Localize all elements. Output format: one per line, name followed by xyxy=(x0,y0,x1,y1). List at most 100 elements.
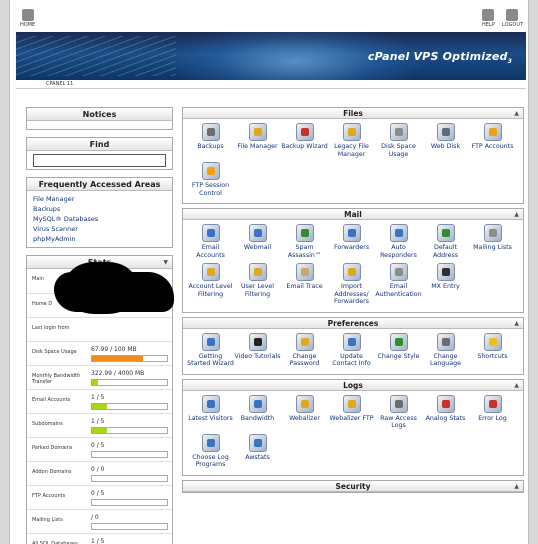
tool-label[interactable]: Latest Visitors xyxy=(187,415,234,423)
tool-video-tutorials[interactable]: Video Tutorials xyxy=(234,332,281,368)
tool-disk-space[interactable]: Disk Space Usage xyxy=(375,123,422,158)
tool-label[interactable]: Auto Responders xyxy=(375,244,422,259)
tool-raw-access[interactable]: Raw Access Logs xyxy=(375,394,422,430)
help-link[interactable]: HELP xyxy=(482,22,495,28)
change-style-icon[interactable] xyxy=(389,332,408,351)
tool-log-programs[interactable]: Choose Log Programs xyxy=(187,433,234,469)
tool-webalizer-ftp[interactable]: Webalizer FTP xyxy=(328,394,375,430)
panel-header[interactable]: Files ▲ xyxy=(183,108,523,119)
tool-label[interactable]: FTP Accounts xyxy=(469,143,516,151)
tool-label[interactable]: MX Entry xyxy=(422,283,469,291)
bandwidth-icon[interactable] xyxy=(248,394,267,413)
tool-email-trace[interactable]: Email Trace xyxy=(281,263,328,306)
home-link[interactable]: HOME xyxy=(20,22,35,28)
awstats-icon[interactable] xyxy=(248,433,267,452)
webalizer-icon[interactable] xyxy=(295,394,314,413)
analog-stats-icon[interactable] xyxy=(436,394,455,413)
tool-file-manager[interactable]: File Manager xyxy=(234,123,281,158)
collapse-icon[interactable]: ▲ xyxy=(514,209,519,220)
tool-label[interactable]: Video Tutorials xyxy=(234,353,281,361)
find-input[interactable] xyxy=(33,154,166,167)
tool-label[interactable]: Analog Stats xyxy=(422,415,469,423)
tool-backup-wizard[interactable]: Backup Wizard xyxy=(281,123,328,158)
tool-label[interactable]: Mailing Lists xyxy=(469,244,516,252)
email-trace-icon[interactable] xyxy=(295,263,314,281)
tool-webmail[interactable]: Webmail xyxy=(234,224,281,259)
tool-backups[interactable]: Backups xyxy=(187,123,234,158)
tool-label[interactable]: Backups xyxy=(187,143,234,151)
tool-label[interactable]: Disk Space Usage xyxy=(375,143,422,158)
tool-label[interactable]: Error Log xyxy=(469,415,516,423)
tool-import-addresses[interactable]: Import Addresses/ Forwarders xyxy=(328,263,375,306)
tool-label[interactable]: Update Contact Info xyxy=(328,353,375,368)
tool-label[interactable]: Raw Access Logs xyxy=(375,415,422,430)
tool-label[interactable]: Account Level Filtering xyxy=(187,283,234,298)
tool-mx-entry[interactable]: MX Entry xyxy=(422,263,469,306)
logout-link[interactable]: LOGOUT xyxy=(502,22,523,28)
default-address-icon[interactable] xyxy=(436,224,455,242)
ftp-accounts-icon[interactable] xyxy=(483,123,502,141)
backup-wizard-icon[interactable] xyxy=(295,123,314,141)
tool-contact-info[interactable]: Update Contact Info xyxy=(328,332,375,368)
collapse-icon[interactable]: ▲ xyxy=(514,318,519,329)
error-log-icon[interactable] xyxy=(483,394,502,413)
tool-label[interactable]: Bandwidth xyxy=(234,415,281,423)
email-accounts-icon[interactable] xyxy=(201,224,220,242)
tool-label[interactable]: Default Address xyxy=(422,244,469,259)
tool-error-log[interactable]: Error Log xyxy=(469,394,516,430)
tool-change-password[interactable]: Change Password xyxy=(281,332,328,368)
log-programs-icon[interactable] xyxy=(201,433,220,452)
change-password-icon[interactable] xyxy=(295,332,314,351)
tool-webalizer[interactable]: Webalizer xyxy=(281,394,328,430)
tool-getting-started[interactable]: Getting Started Wizard xyxy=(187,332,234,368)
email-auth-icon[interactable] xyxy=(389,263,408,281)
contact-info-icon[interactable] xyxy=(342,332,361,351)
tool-label[interactable]: File Manager xyxy=(234,143,281,151)
auto-responders-icon[interactable] xyxy=(389,224,408,242)
tool-label[interactable]: Email Authentication xyxy=(375,283,422,298)
tool-label[interactable]: Change Password xyxy=(281,353,328,368)
tool-default-address[interactable]: Default Address xyxy=(422,224,469,259)
disk-space-icon[interactable] xyxy=(389,123,408,141)
mailing-lists-icon[interactable] xyxy=(483,224,502,242)
legacy-file-manager-icon[interactable] xyxy=(342,123,361,141)
user-filtering-icon[interactable] xyxy=(248,263,267,281)
panel-header[interactable]: Security ▲ xyxy=(183,480,523,492)
ftp-session-icon[interactable] xyxy=(201,162,220,180)
webalizer-ftp-icon[interactable] xyxy=(342,394,361,413)
panel-header[interactable]: Logs ▲ xyxy=(183,379,523,391)
backups-icon[interactable] xyxy=(201,123,220,141)
tool-label[interactable]: Web Disk xyxy=(422,143,469,151)
tool-email-accounts[interactable]: Email Accounts xyxy=(187,224,234,259)
tool-auto-responders[interactable]: Auto Responders xyxy=(375,224,422,259)
faa-link[interactable]: MySQL® Databases xyxy=(33,214,166,224)
tool-label[interactable]: Legacy File Manager xyxy=(328,143,375,158)
tool-label[interactable]: Awstats xyxy=(234,454,281,462)
faa-link[interactable]: phpMyAdmin xyxy=(33,234,166,244)
tool-user-filtering[interactable]: User Level Filtering xyxy=(234,263,281,306)
collapse-icon[interactable]: ▲ xyxy=(514,108,519,119)
mx-entry-icon[interactable] xyxy=(436,263,455,281)
spam-assassin-icon[interactable] xyxy=(295,224,314,242)
forwarders-icon[interactable] xyxy=(342,224,361,242)
tool-bandwidth[interactable]: Bandwidth xyxy=(234,394,281,430)
home-icon[interactable] xyxy=(22,9,34,21)
video-tutorials-icon[interactable] xyxy=(248,332,267,351)
tool-awstats[interactable]: Awstats xyxy=(234,433,281,469)
file-manager-icon[interactable] xyxy=(248,123,267,141)
collapse-icon[interactable]: ▼ xyxy=(163,256,168,269)
faa-link[interactable]: Backups xyxy=(33,204,166,214)
tool-label[interactable]: Shortcuts xyxy=(469,353,516,361)
faa-link[interactable]: Virus Scanner xyxy=(33,224,166,234)
tool-shortcuts[interactable]: Shortcuts xyxy=(469,332,516,368)
tool-label[interactable]: Choose Log Programs xyxy=(187,454,234,469)
tool-label[interactable]: Webalizer xyxy=(281,415,328,423)
account-filtering-icon[interactable] xyxy=(201,263,220,281)
tool-spam-assassin[interactable]: Spam Assassin™ xyxy=(281,224,328,259)
panel-header[interactable]: Preferences ▲ xyxy=(183,317,523,329)
collapse-icon[interactable]: ▲ xyxy=(514,380,519,391)
tool-change-style[interactable]: Change Style xyxy=(375,332,422,368)
tool-label[interactable]: Change Style xyxy=(375,353,422,361)
collapse-icon[interactable]: ▲ xyxy=(514,481,519,492)
tool-analog-stats[interactable]: Analog Stats xyxy=(422,394,469,430)
